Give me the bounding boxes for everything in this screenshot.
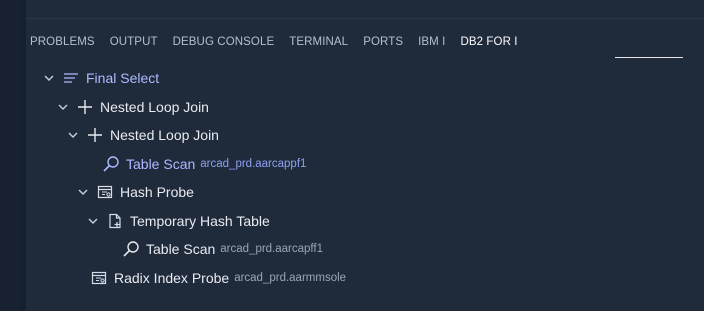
tree-node-label: Table Scan: [126, 155, 196, 172]
active-tab-indicator: [615, 57, 683, 58]
tree-node-table-scan[interactable]: Table Scan arcad_prd.aarcapff1: [30, 235, 690, 264]
tree-node-nested-loop-join[interactable]: Nested Loop Join: [30, 93, 690, 122]
tree-node-label: Table Scan: [146, 241, 216, 258]
window-frame: PROBLEMS OUTPUT DEBUG CONSOLE TERMINAL P…: [0, 0, 704, 311]
explain-plan-tree: Final Select Nested Loop Join Nested Loo…: [30, 64, 690, 292]
hash-probe-icon: [96, 183, 114, 201]
tab-ports[interactable]: PORTS: [363, 30, 403, 54]
tab-terminal[interactable]: TERMINAL: [289, 30, 348, 54]
search-icon: [122, 240, 140, 258]
editor-area-edge: [26, 0, 704, 18]
tree-node-temporary-hash-table[interactable]: Temporary Hash Table: [30, 207, 690, 236]
panel-tab-bar: PROBLEMS OUTPUT DEBUG CONSOLE TERMINAL P…: [30, 30, 533, 60]
tab-ibm-i[interactable]: IBM I: [418, 30, 445, 54]
temp-file-icon: [106, 212, 124, 230]
tree-node-detail: arcad_prd.aarcapff1: [220, 243, 324, 256]
plus-icon: [86, 126, 104, 144]
chevron-down-icon[interactable]: [86, 214, 100, 228]
list-icon: [62, 69, 80, 87]
tree-node-radix-index-probe[interactable]: Radix Index Probe arcad_prd.aarmmsole: [30, 264, 690, 293]
tree-node-nested-loop-join[interactable]: Nested Loop Join: [30, 121, 690, 150]
chevron-down-icon[interactable]: [66, 128, 80, 142]
tree-node-detail: arcad_prd.aarmmsole: [234, 271, 347, 284]
tab-problems[interactable]: PROBLEMS: [30, 30, 95, 54]
tab-db2-for-i[interactable]: DB2 FOR I: [460, 30, 517, 54]
chevron-down-icon[interactable]: [56, 100, 70, 114]
tree-node-table-scan[interactable]: Table Scan arcad_prd.aarcappf1: [30, 150, 690, 179]
tree-node-hash-probe[interactable]: Hash Probe: [30, 178, 690, 207]
search-icon: [102, 155, 120, 173]
tree-node-final-select[interactable]: Final Select: [30, 64, 690, 93]
index-probe-icon: [90, 269, 108, 287]
tree-node-label: Nested Loop Join: [100, 98, 209, 115]
tree-node-label: Final Select: [86, 70, 160, 87]
tab-debug-console[interactable]: DEBUG CONSOLE: [173, 30, 275, 54]
tab-output[interactable]: OUTPUT: [110, 30, 158, 54]
tree-node-label: Temporary Hash Table: [130, 212, 270, 229]
chevron-down-icon[interactable]: [42, 71, 56, 85]
tree-node-label: Radix Index Probe: [114, 269, 230, 286]
tree-node-label: Nested Loop Join: [110, 127, 219, 144]
chevron-down-icon[interactable]: [76, 185, 90, 199]
tree-node-detail: arcad_prd.aarcappf1: [200, 157, 307, 170]
plus-icon: [76, 98, 94, 116]
tree-node-label: Hash Probe: [120, 184, 194, 201]
